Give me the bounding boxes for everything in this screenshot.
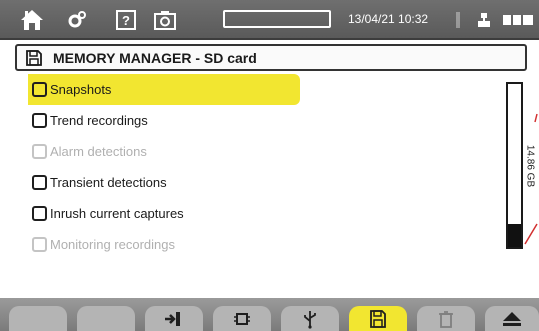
exit-icon (163, 310, 185, 328)
usb-icon (474, 6, 494, 34)
status-bar (223, 10, 331, 28)
eject-icon (501, 310, 523, 328)
list-item-alarm-detections: Alarm detections (28, 136, 298, 167)
svg-text:?: ? (122, 13, 130, 28)
list-item-transient-detections[interactable]: Transient detections (28, 167, 298, 198)
checkbox[interactable] (32, 206, 47, 221)
list-item-label: Transient detections (50, 175, 167, 190)
checkbox[interactable] (32, 113, 47, 128)
memory-category-list: Snapshots Trend recordings Alarm detecti… (28, 74, 300, 260)
list-item-monitoring-recordings: Monitoring recordings (28, 229, 298, 260)
list-item-snapshots[interactable]: Snapshots (28, 74, 300, 105)
list-item-label: Inrush current captures (50, 206, 184, 221)
tab-blank-1[interactable] (9, 306, 67, 331)
date-time: 13/04/21 10:32 (348, 12, 429, 26)
checkbox[interactable] (32, 82, 47, 97)
sd-card-icon (369, 309, 387, 329)
list-item-label: Monitoring recordings (50, 237, 176, 252)
tab-internal-memory[interactable] (213, 306, 271, 331)
capacity-label: 14.86 GB (524, 144, 536, 188)
list-item-inrush-current-captures[interactable]: Inrush current captures (28, 198, 298, 229)
capacity-pointer (524, 113, 538, 245)
home-icon[interactable] (14, 6, 50, 34)
list-item-label: Alarm detections (50, 144, 147, 159)
trash-icon (438, 310, 454, 328)
list-item-label: Snapshots (50, 82, 112, 97)
status-icon (450, 6, 466, 34)
tab-usb[interactable] (281, 306, 339, 331)
camera-icon[interactable] (150, 6, 180, 34)
list-item-label: Trend recordings (50, 113, 148, 128)
battery-icon (500, 6, 536, 34)
page-title: MEMORY MANAGER - SD card (53, 49, 257, 66)
settings-icon[interactable] (62, 6, 92, 34)
tab-delete[interactable] (417, 306, 475, 331)
chip-icon (232, 310, 252, 328)
checkbox (32, 144, 47, 159)
bottom-toolbar (0, 298, 539, 331)
top-status-bar: ? 13/04/21 10:32 (0, 0, 539, 40)
tab-exit[interactable] (145, 306, 203, 331)
usb-icon (302, 309, 318, 329)
page-header: MEMORY MANAGER - SD card (15, 44, 527, 71)
list-item-trend-recordings[interactable]: Trend recordings (28, 105, 298, 136)
checkbox[interactable] (32, 175, 47, 190)
checkbox (32, 237, 47, 252)
tab-eject[interactable] (485, 306, 539, 331)
help-icon[interactable]: ? (112, 6, 140, 34)
sd-card-icon (25, 49, 43, 67)
tab-blank-2[interactable] (77, 306, 135, 331)
tab-sd-card[interactable] (349, 306, 407, 331)
